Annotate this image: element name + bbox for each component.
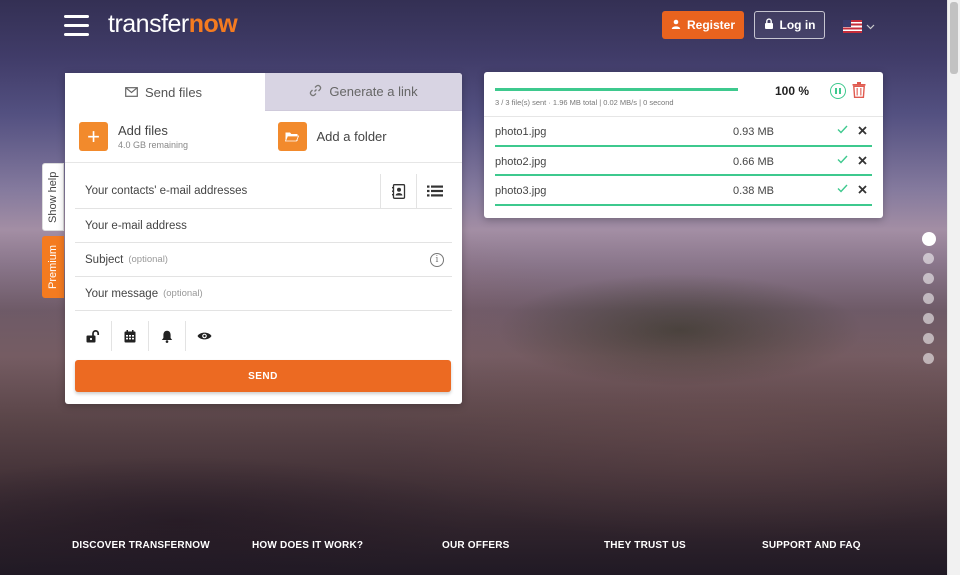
tab-generate-link[interactable]: Generate a link xyxy=(265,73,462,111)
footer-link-trust[interactable]: THEY TRUST US xyxy=(604,540,686,551)
footer-link-how[interactable]: HOW DOES IT WORK? xyxy=(252,540,363,551)
slider-dot[interactable] xyxy=(923,253,934,264)
logo[interactable]: transfernow xyxy=(108,10,238,39)
register-button[interactable]: Register xyxy=(662,11,744,39)
file-row: photo1.jpg 0.93 MB xyxy=(495,117,872,147)
file-size: 0.38 MB xyxy=(733,185,774,197)
transfer-options xyxy=(75,321,452,351)
file-size: 0.93 MB xyxy=(733,126,774,138)
login-button[interactable]: Log in xyxy=(754,11,825,39)
remove-file-icon[interactable] xyxy=(858,124,867,138)
footer-link-support[interactable]: SUPPORT AND FAQ xyxy=(762,540,861,551)
add-files-button[interactable]: + Add files 4.0 GB remaining xyxy=(65,111,264,162)
menu-icon[interactable] xyxy=(64,15,89,36)
file-list: photo1.jpg 0.93 MB photo2.jpg 0.66 MB photo3… xyxy=(484,117,883,206)
us-flag-icon xyxy=(843,19,862,33)
plus-icon: + xyxy=(79,122,108,151)
user-icon xyxy=(671,18,681,32)
subject-optional-label: (optional) xyxy=(128,254,168,265)
link-icon xyxy=(309,84,322,100)
contacts-field-icons xyxy=(380,174,452,208)
add-folder-label: Add a folder xyxy=(316,129,387,144)
slider-dot[interactable] xyxy=(923,353,934,364)
address-book-icon[interactable] xyxy=(380,174,416,208)
list-icon[interactable] xyxy=(416,174,452,208)
show-help-label: Show help xyxy=(47,171,59,223)
overall-progress-fill xyxy=(495,88,738,91)
show-help-tab[interactable]: Show help xyxy=(42,163,64,231)
unlock-icon[interactable] xyxy=(75,321,112,351)
storage-remaining: 4.0 GB remaining xyxy=(118,140,189,150)
chevron-down-icon xyxy=(866,17,875,35)
send-button[interactable]: SEND xyxy=(75,360,451,392)
slider-dot[interactable] xyxy=(923,293,934,304)
message-field[interactable]: Your message (optional) xyxy=(75,277,452,311)
send-tabs: Send files Generate a link xyxy=(65,73,462,111)
footer-link-discover[interactable]: DISCOVER TRANSFERNOW xyxy=(72,540,210,551)
email-placeholder: Your e-mail address xyxy=(85,219,187,232)
file-row: photo2.jpg 0.66 MB xyxy=(495,147,872,176)
message-optional-label: (optional) xyxy=(163,288,203,299)
add-files-label: Add files xyxy=(118,123,168,138)
calendar-icon[interactable] xyxy=(112,321,149,351)
check-icon xyxy=(837,155,848,167)
file-name: photo3.jpg xyxy=(495,185,547,197)
tab-send-files-label: Send files xyxy=(144,84,203,100)
remove-file-icon[interactable] xyxy=(858,183,867,197)
login-label: Log in xyxy=(779,18,816,32)
tab-generate-link-label: Generate a link xyxy=(329,84,418,99)
logo-main: transfer xyxy=(108,10,189,38)
slider-dot[interactable] xyxy=(921,232,936,246)
trash-icon[interactable] xyxy=(852,82,866,103)
file-row: photo3.jpg 0.38 MB xyxy=(495,176,872,206)
slider-dot[interactable] xyxy=(923,273,934,284)
premium-tab[interactable]: Premium xyxy=(42,236,64,298)
file-size: 0.66 MB xyxy=(733,155,774,168)
progress-header: 3 / 3 file(s) sent · 1.96 MB total | 0.0… xyxy=(484,72,883,117)
scrollbar-thumb[interactable] xyxy=(950,2,958,74)
envelope-icon xyxy=(125,85,138,100)
send-panel: Send files Generate a link + Add files 4… xyxy=(65,73,462,404)
file-name: photo1.jpg xyxy=(495,126,547,138)
transfer-stats: 3 / 3 file(s) sent · 1.96 MB total | 0.0… xyxy=(495,98,674,107)
remove-file-icon[interactable] xyxy=(858,154,867,168)
contacts-email-placeholder: Your contacts' e-mail addresses xyxy=(85,185,248,197)
file-name: photo2.jpg xyxy=(495,155,547,168)
message-placeholder: Your message xyxy=(85,287,159,300)
lock-icon xyxy=(764,18,774,32)
check-icon xyxy=(837,125,848,137)
email-field[interactable]: Your e-mail address xyxy=(75,209,452,243)
folder-icon xyxy=(277,122,307,151)
subject-placeholder: Subject xyxy=(85,253,124,266)
contacts-email-field[interactable]: Your contacts' e-mail addresses xyxy=(75,174,452,209)
slider-dot[interactable] xyxy=(923,333,934,344)
send-button-label: SEND xyxy=(248,370,278,382)
slider-dots xyxy=(921,232,936,373)
language-selector[interactable] xyxy=(843,17,875,35)
footer-link-offers[interactable]: OUR OFFERS xyxy=(442,540,510,551)
file-progress-bar xyxy=(495,203,872,206)
overall-progress-bar xyxy=(495,88,738,91)
check-icon xyxy=(837,184,848,196)
pause-icon[interactable] xyxy=(830,83,846,99)
slider-dot[interactable] xyxy=(923,313,934,324)
tab-send-files[interactable]: Send files xyxy=(65,73,262,111)
premium-label: Premium xyxy=(47,245,59,290)
upload-progress-panel: 3 / 3 file(s) sent · 1.96 MB total | 0.0… xyxy=(484,72,883,218)
logo-accent: now xyxy=(188,10,238,38)
add-row: + Add files 4.0 GB remaining Add a folde… xyxy=(65,111,462,163)
info-icon[interactable]: i xyxy=(430,253,444,267)
page-scrollbar[interactable] xyxy=(947,0,960,575)
subject-field[interactable]: Subject (optional) i xyxy=(75,243,452,277)
add-folder-button[interactable]: Add a folder xyxy=(264,111,463,162)
footer-nav: DISCOVER TRANSFERNOW HOW DOES IT WORK? O… xyxy=(0,540,947,556)
register-label: Register xyxy=(686,18,736,32)
progress-percent: 100 % xyxy=(775,84,810,98)
bell-icon[interactable] xyxy=(149,321,186,351)
eye-icon[interactable] xyxy=(186,321,223,351)
